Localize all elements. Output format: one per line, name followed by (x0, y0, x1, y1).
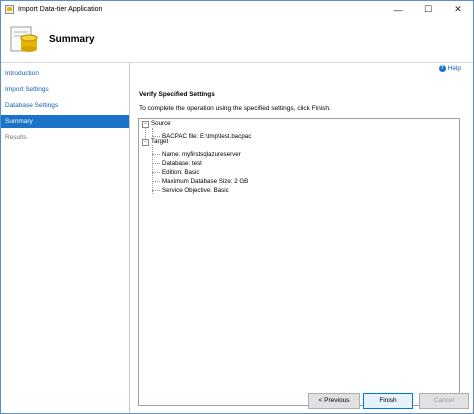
database-wizard-icon (9, 25, 41, 55)
tree-item-edition: Edition: Basic (162, 169, 200, 176)
sidebar-item-summary[interactable]: Summary (1, 115, 129, 128)
instruction-text: To complete the operation using the spec… (139, 105, 331, 112)
maximize-button[interactable]: ☐ (413, 1, 443, 18)
page-title: Summary (49, 34, 95, 45)
tree-node-target[interactable]: Target (151, 138, 168, 145)
cancel-button[interactable]: Cancel (419, 393, 469, 409)
finish-button[interactable]: Finish (363, 393, 413, 409)
sidebar-item-results: Results (5, 134, 27, 141)
window-title: Import Data-tier Application (18, 6, 103, 13)
settings-tree[interactable]: − Source BACPAC file: E:\tmp\test.bacpac… (138, 118, 460, 406)
sidebar-item-import-settings[interactable]: Import Settings (1, 83, 129, 96)
tree-item-database: Database: test (162, 160, 202, 167)
previous-button[interactable]: < Previous (308, 393, 360, 409)
tree-item-bacpac-file: BACPAC file: E:\tmp\test.bacpac (162, 133, 252, 140)
sidebar-item-introduction[interactable]: Introduction (1, 67, 129, 80)
wizard-header: Summary (1, 18, 473, 63)
wizard-steps-sidebar: Introduction Import Settings Database Se… (1, 63, 130, 413)
app-icon (5, 5, 14, 14)
collapse-source-icon[interactable]: − (142, 121, 149, 128)
help-icon: ? (438, 65, 446, 72)
tree-item-service-objective: Service Objective: Basic (162, 187, 229, 194)
dialog-window: Import Data-tier Application — ☐ ✕ Summa… (0, 0, 474, 414)
sidebar-item-database-settings[interactable]: Database Settings (1, 99, 129, 112)
help-label: Help (447, 65, 461, 72)
tree-item-max-size: Maximum Database Size: 2 GB (162, 178, 249, 185)
tree-node-source[interactable]: Source (151, 120, 171, 127)
close-button[interactable]: ✕ (443, 1, 473, 18)
collapse-target-icon[interactable]: − (142, 139, 149, 146)
title-bar[interactable]: Import Data-tier Application — ☐ ✕ (1, 1, 473, 18)
section-title: Verify Specified Settings (139, 91, 215, 98)
minimize-button[interactable]: — (383, 1, 413, 18)
button-bar: < Previous Finish Cancel (130, 389, 473, 413)
tree-item-server-name: Name: myfirstsqlazureserver (162, 151, 241, 158)
main-panel: ? Help Verify Specified Settings To comp… (130, 63, 473, 413)
help-link[interactable]: ? Help (438, 65, 461, 72)
